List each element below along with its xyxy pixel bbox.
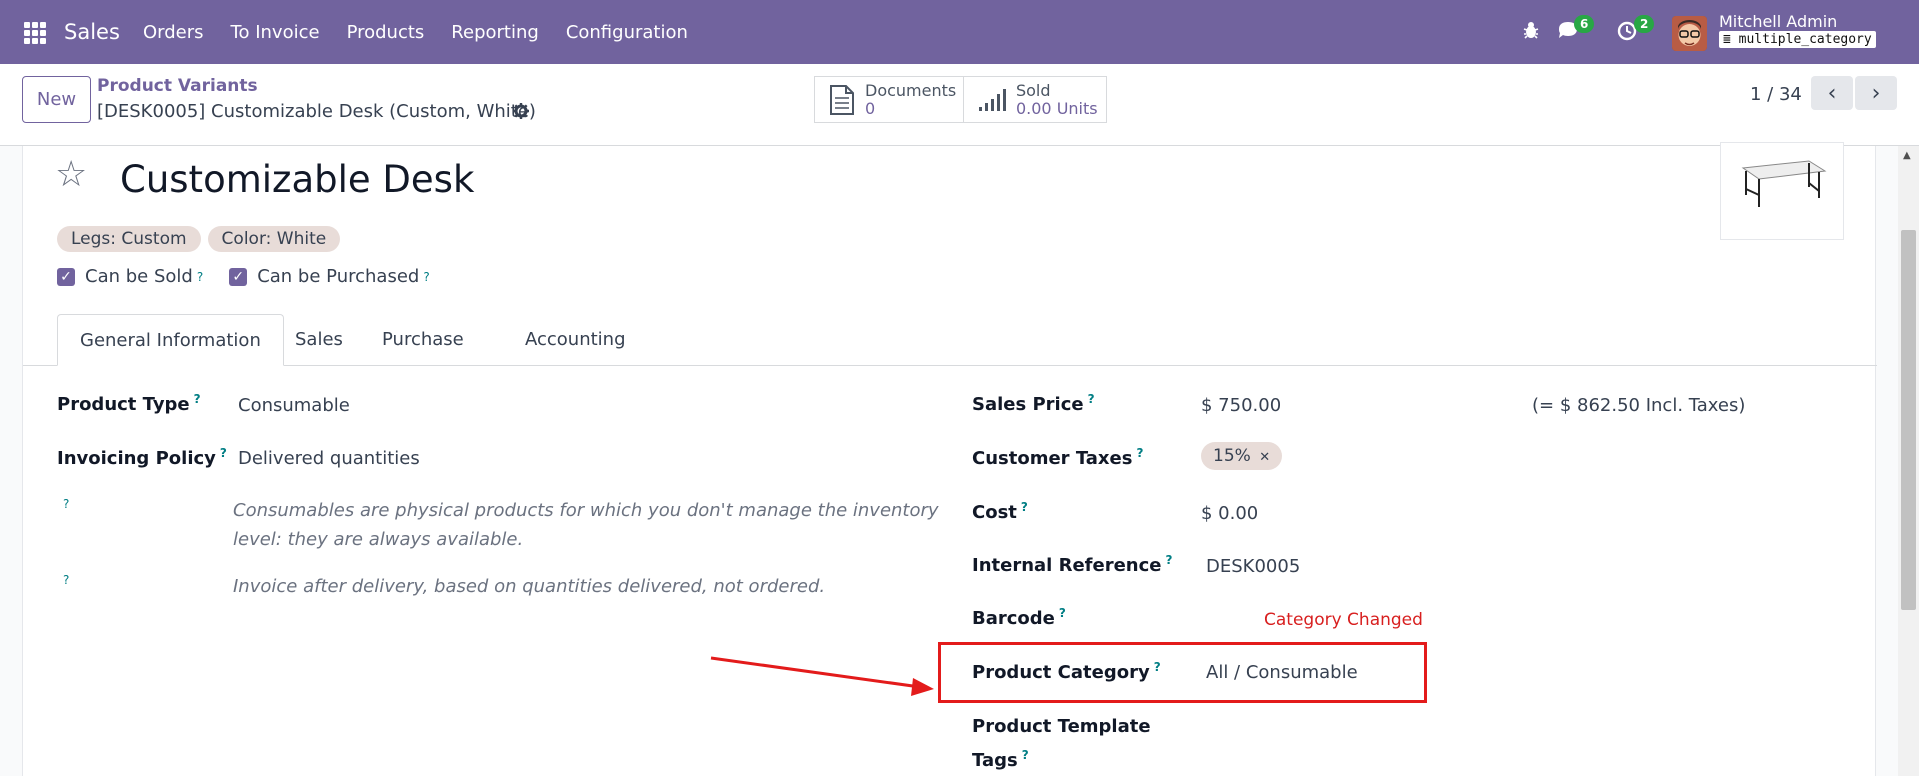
tax-tag-label: 15% bbox=[1213, 446, 1251, 466]
form-sheet: ☆ Customizable Desk Legs: Custom Color: … bbox=[22, 142, 1877, 776]
cost-field[interactable]: $ 0.00 bbox=[1201, 503, 1258, 524]
tab-purchase[interactable]: Purchase bbox=[360, 314, 486, 366]
help-tooltip-icon[interactable]: ? bbox=[220, 446, 227, 460]
messages-icon[interactable]: 6 bbox=[1557, 15, 1595, 47]
new-button[interactable]: New bbox=[22, 76, 91, 123]
product-template-tags-label: Product Template Tags? bbox=[972, 716, 1151, 771]
can-be-sold-label: Can be Sold bbox=[85, 266, 193, 287]
main-menu: Orders To Invoice Products Reporting Con… bbox=[143, 22, 715, 43]
sales-price-label: Sales Price? bbox=[972, 392, 1095, 415]
scroll-up-arrow-icon[interactable]: ▲ bbox=[1903, 150, 1911, 161]
menu-configuration[interactable]: Configuration bbox=[566, 22, 688, 43]
can-be-purchased-checkbox[interactable]: ✓ Can be Purchased ? bbox=[229, 266, 430, 287]
form-tabs: General Information Sales Purchase Accou… bbox=[23, 314, 1877, 366]
help-tooltip-icon[interactable]: ? bbox=[1021, 500, 1028, 514]
pager-counter[interactable]: 1 / 34 bbox=[1750, 84, 1802, 105]
invoicing-help-text: Invoice after delivery, based on quantit… bbox=[233, 576, 826, 597]
database-badge: ≣ multiple_category bbox=[1719, 31, 1876, 48]
customer-tax-tag[interactable]: 15% ✕ bbox=[1201, 442, 1283, 470]
help-tooltip-icon[interactable]: ? bbox=[423, 270, 429, 284]
apps-menu-icon[interactable] bbox=[24, 22, 46, 44]
internal-reference-label: Internal Reference? bbox=[972, 553, 1173, 576]
sold-smart-button[interactable]: Sold 0.00 Units bbox=[964, 77, 1106, 122]
user-avatar[interactable] bbox=[1672, 16, 1707, 51]
product-image[interactable] bbox=[1720, 142, 1844, 240]
can-be-purchased-label: Can be Purchased bbox=[257, 266, 420, 287]
pager-previous-button[interactable]: ‹ bbox=[1811, 76, 1853, 110]
debug-bug-icon[interactable] bbox=[1521, 20, 1541, 45]
menu-to-invoice[interactable]: To Invoice bbox=[231, 22, 320, 43]
cost-label: Cost? bbox=[972, 500, 1028, 523]
menu-orders[interactable]: Orders bbox=[143, 22, 204, 43]
activities-clock-icon[interactable]: 2 bbox=[1617, 15, 1655, 47]
product-type-field[interactable]: Consumable bbox=[238, 395, 350, 416]
database-icon: ≣ bbox=[1723, 32, 1731, 47]
breadcrumb-current-record: [DESK0005] Customizable Desk (Custom, Wh… bbox=[97, 101, 536, 122]
help-tooltip-icon[interactable]: ? bbox=[194, 392, 201, 406]
user-name[interactable]: Mitchell Admin bbox=[1719, 12, 1837, 31]
barcode-label: Barcode? bbox=[972, 606, 1066, 629]
pager-next-button[interactable]: › bbox=[1855, 76, 1897, 110]
top-navbar: Sales Orders To Invoice Products Reporti… bbox=[0, 0, 1919, 64]
remove-tag-icon[interactable]: ✕ bbox=[1259, 450, 1270, 465]
customer-taxes-label: Customer Taxes? bbox=[972, 446, 1144, 469]
chevron-left-icon: ‹ bbox=[1827, 80, 1837, 106]
sold-value: 0.00 Units bbox=[1015, 98, 1098, 118]
chevron-right-icon: › bbox=[1871, 80, 1881, 106]
help-tooltip-icon[interactable]: ? bbox=[1165, 553, 1172, 567]
checkmark-icon[interactable]: ✓ bbox=[229, 267, 248, 286]
invoicing-policy-field[interactable]: Delivered quantities bbox=[238, 448, 420, 469]
document-icon bbox=[830, 84, 854, 115]
checkmark-icon[interactable]: ✓ bbox=[57, 267, 75, 286]
help-tooltip-icon[interactable]: ? bbox=[63, 497, 69, 511]
activities-count-badge: 2 bbox=[1634, 15, 1655, 33]
gear-icon[interactable] bbox=[512, 102, 530, 125]
scrollbar-thumb[interactable] bbox=[1901, 230, 1916, 610]
product-flags: ✓ Can be Sold ? ✓ Can be Purchased ? bbox=[57, 266, 430, 287]
annotation-label: Category Changed bbox=[1264, 610, 1423, 630]
vertical-scrollbar[interactable]: ▲ bbox=[1898, 146, 1919, 776]
smart-buttons: Documents 0 Sold 0.00 Units bbox=[814, 76, 1107, 123]
breadcrumb-product-variants[interactable]: Product Variants bbox=[97, 76, 258, 96]
documents-label: Documents bbox=[865, 80, 957, 100]
help-tooltip-icon[interactable]: ? bbox=[197, 270, 203, 284]
documents-count: 0 bbox=[865, 98, 876, 118]
attribute-tags: Legs: Custom Color: White bbox=[57, 226, 341, 252]
tab-sales[interactable]: Sales bbox=[273, 314, 365, 366]
invoicing-policy-label: Invoicing Policy? bbox=[57, 446, 227, 469]
tab-accounting[interactable]: Accounting bbox=[503, 314, 648, 366]
menu-reporting[interactable]: Reporting bbox=[451, 22, 539, 43]
help-tooltip-icon[interactable]: ? bbox=[63, 573, 69, 587]
product-type-label: Product Type? bbox=[57, 392, 201, 415]
sales-price-field[interactable]: $ 750.00 bbox=[1201, 395, 1281, 416]
incl-taxes-amount: (= $ 862.50 Incl. Taxes) bbox=[1532, 395, 1746, 416]
help-tooltip-icon[interactable]: ? bbox=[1136, 446, 1143, 460]
attribute-tag-color: Color: White bbox=[207, 226, 341, 252]
app-name[interactable]: Sales bbox=[64, 20, 120, 44]
favorite-star-icon[interactable]: ☆ bbox=[55, 154, 87, 195]
database-name: multiple_category bbox=[1738, 32, 1872, 47]
tab-general-information[interactable]: General Information bbox=[57, 314, 284, 366]
sold-label: Sold bbox=[1015, 80, 1051, 100]
help-tooltip-icon[interactable]: ? bbox=[1088, 392, 1095, 406]
annotation-highlight-box bbox=[938, 642, 1427, 703]
attribute-tag-legs: Legs: Custom bbox=[57, 226, 201, 252]
help-tooltip-icon[interactable]: ? bbox=[1059, 606, 1066, 620]
product-title[interactable]: Customizable Desk bbox=[120, 158, 474, 201]
documents-smart-button[interactable]: Documents 0 bbox=[815, 77, 964, 122]
internal-reference-field[interactable]: DESK0005 bbox=[1206, 556, 1300, 577]
product-type-help-text: Consumables are physical products for wh… bbox=[233, 500, 939, 550]
control-panel: New Product Variants [DESK0005] Customiz… bbox=[0, 64, 1919, 146]
signal-bars-icon bbox=[978, 88, 1006, 111]
messages-count-badge: 6 bbox=[1574, 15, 1595, 33]
can-be-sold-checkbox[interactable]: ✓ Can be Sold ? bbox=[57, 266, 203, 287]
menu-products[interactable]: Products bbox=[347, 22, 425, 43]
help-tooltip-icon[interactable]: ? bbox=[1022, 748, 1029, 762]
